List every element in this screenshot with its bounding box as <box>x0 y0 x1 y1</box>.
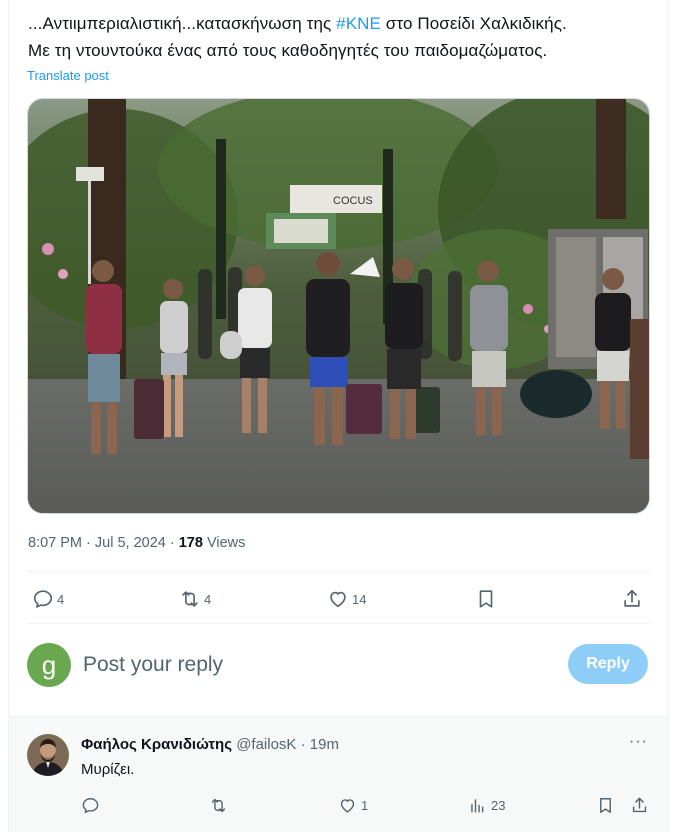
post-meta: 8:07 PM · Jul 5, 2024 · 178 Views <box>28 535 245 551</box>
divider-top <box>27 571 650 572</box>
views-chart-icon <box>471 798 484 813</box>
share-icon <box>632 797 647 812</box>
views-label: Views <box>202 535 246 551</box>
comment-like-count: 1 <box>361 797 369 813</box>
post-text-line1-suffix: στο Ποσείδι Χαλκιδικής. <box>380 14 567 33</box>
main-post: ...Αντιιμπεριαλιστική...κατασκήνωση της … <box>9 0 668 716</box>
bookmark-icon <box>479 590 493 608</box>
comment-header: Φαήλος Κρανιδιώτης @failosK · 19m <box>81 736 339 753</box>
repost-icon <box>211 798 226 812</box>
comment-text: Μυρίζει. <box>81 761 135 778</box>
repost-count: 4 <box>204 591 212 607</box>
comment-views-count: 23 <box>491 797 506 813</box>
comment-repost-button[interactable] <box>209 794 228 816</box>
bookmark-action-button[interactable] <box>475 586 497 612</box>
reply-user-avatar: g <box>27 643 71 687</box>
meta-separator: · <box>165 535 179 551</box>
comment-item[interactable]: Φαήλος Κρανιδιώτης @failosK · 19m ··· Μυ… <box>9 716 668 832</box>
share-action-button[interactable] <box>621 586 643 612</box>
translate-post-link[interactable]: Translate post <box>27 68 109 83</box>
post-photo[interactable]: COCUS <box>27 98 650 514</box>
post-text-line1-prefix: ...Αντιιμπεριαλιστική...κατασκήνωση της <box>28 14 337 33</box>
post-text-line2: Με τη ντουντούκα ένας από τους καθοδηγητ… <box>28 41 548 60</box>
repost-icon <box>182 591 198 607</box>
photo-sign-text: COCUS <box>333 195 373 207</box>
share-icon <box>624 589 640 607</box>
avatar-image <box>27 734 69 776</box>
commenter-handle[interactable]: @failosK <box>236 736 296 753</box>
bookmark-icon <box>600 797 611 813</box>
heart-icon <box>340 798 355 813</box>
more-options-icon[interactable]: ··· <box>629 733 648 751</box>
reply-icon <box>33 590 53 608</box>
like-count: 14 <box>352 591 367 607</box>
hashtag-link[interactable]: #KNE <box>336 14 381 33</box>
reply-input[interactable]: Post your reply <box>83 653 223 677</box>
comment-reply-button[interactable] <box>81 794 100 816</box>
commenter-avatar[interactable] <box>27 734 69 776</box>
post-timestamp[interactable]: 8:07 PM · Jul 5, 2024 <box>28 535 166 551</box>
commenter-name[interactable]: Φαήλος Κρανιδιώτης <box>81 736 232 753</box>
comment-like-button[interactable]: 1 <box>338 794 368 816</box>
reply-action-button[interactable]: 4 <box>32 586 64 612</box>
reply-count: 4 <box>57 591 65 607</box>
heart-icon <box>330 591 346 608</box>
comment-share-button[interactable] <box>630 794 649 816</box>
reply-icon <box>82 797 99 813</box>
frame-border-right <box>668 0 669 832</box>
reply-submit-button[interactable]: Reply <box>568 644 648 684</box>
divider-bottom <box>27 623 650 624</box>
photo-illustration: COCUS <box>28 99 649 513</box>
like-action-button[interactable]: 14 <box>327 586 366 612</box>
comment-bookmark-button[interactable] <box>596 794 615 816</box>
repost-action-button[interactable]: 4 <box>179 586 211 612</box>
post-text: ...Αντιιμπεριαλιστική...κατασκήνωση της … <box>28 10 648 64</box>
comment-views-button[interactable]: 23 <box>468 794 505 816</box>
comment-time[interactable]: 19m <box>310 736 339 753</box>
views-count: 178 <box>178 535 203 551</box>
comment-dot: · <box>296 736 310 753</box>
